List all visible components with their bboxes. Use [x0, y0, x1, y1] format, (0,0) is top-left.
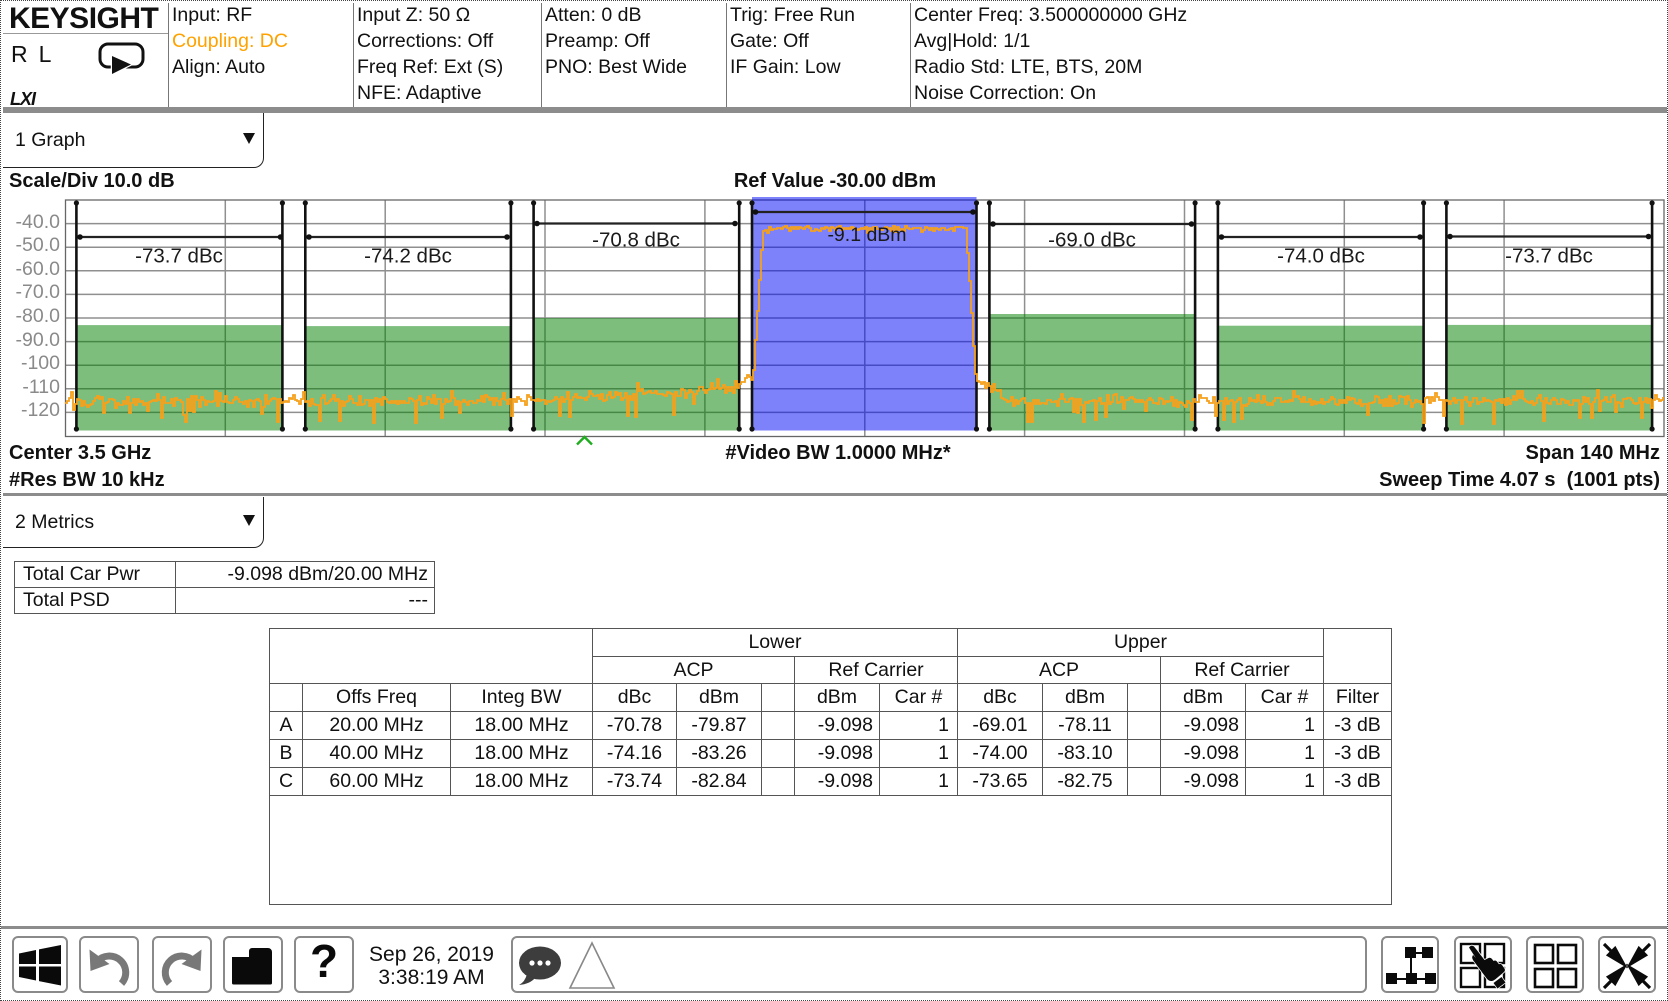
svg-text:-74.2 dBc: -74.2 dBc: [364, 245, 452, 268]
svg-text:-73.7 dBc: -73.7 dBc: [135, 245, 223, 268]
svg-text:-9.1 dBm: -9.1 dBm: [827, 224, 906, 246]
svg-text:-69.0 dBc: -69.0 dBc: [1048, 229, 1136, 252]
svg-text:-70.8 dBc: -70.8 dBc: [592, 229, 680, 252]
svg-text:-74.0 dBc: -74.0 dBc: [1277, 245, 1365, 268]
svg-text:-73.7 dBc: -73.7 dBc: [1505, 245, 1593, 268]
